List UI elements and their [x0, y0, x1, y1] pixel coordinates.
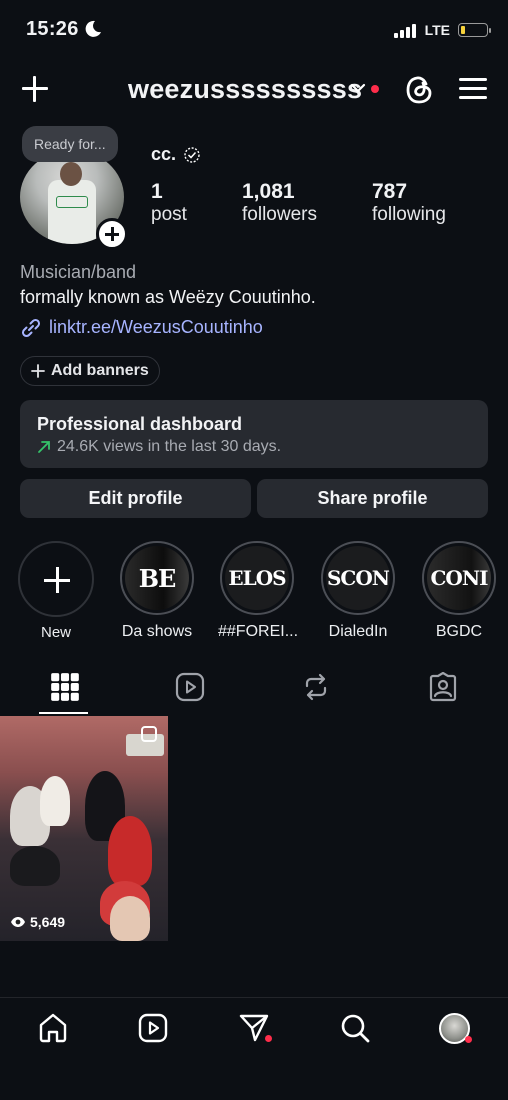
username-switcher[interactable]: weezussssssssss: [128, 74, 362, 105]
reels-icon[interactable]: [175, 672, 205, 702]
link-icon: [21, 318, 41, 338]
profile-bio: formally known as Weëzy Couutinho.: [20, 287, 316, 307]
stat-posts[interactable]: 1 post: [151, 180, 187, 226]
display-name: cc.: [151, 144, 177, 164]
highlight-label: New: [40, 624, 71, 641]
stat-label: followers: [242, 204, 317, 225]
edit-profile-button[interactable]: Edit profile: [20, 479, 251, 518]
profile-link[interactable]: linktr.ee/WeezusCouutinho: [49, 317, 263, 338]
highlight-cover: BE: [125, 546, 189, 610]
highlight-label: Da shows: [121, 623, 193, 640]
battery-icon: [458, 23, 491, 37]
network-type: LTE: [424, 22, 450, 38]
stat-value: 1: [151, 180, 163, 203]
highlight-item[interactable]: BE Da shows: [118, 541, 196, 641]
active-tab-indicator: [39, 712, 88, 714]
stat-value: 787: [372, 180, 408, 203]
add-banners-label: Add banners: [51, 362, 149, 379]
highlight-item[interactable]: ELOS ##FOREI...: [218, 541, 299, 641]
post-thumbnail[interactable]: [0, 716, 168, 941]
views-count: 5,649: [30, 914, 66, 930]
highlight-label: DialedIn: [328, 623, 388, 640]
highlight-new[interactable]: New: [17, 541, 95, 641]
status-time: 15:26: [26, 18, 79, 40]
search-icon[interactable]: [340, 1012, 370, 1044]
notification-dot: [371, 85, 379, 93]
stat-followers[interactable]: 1,081 followers: [242, 180, 317, 226]
highlight-label: BGDC: [435, 623, 483, 640]
trend-up-icon: [38, 441, 50, 453]
verify-badge-icon[interactable]: [183, 146, 201, 164]
nav-divider: [0, 997, 508, 998]
notification-dot: [265, 1035, 272, 1042]
stat-following[interactable]: 787 following: [372, 180, 446, 226]
add-banners-button[interactable]: Add banners: [20, 356, 160, 386]
create-button[interactable]: [20, 74, 50, 104]
plus-icon: [18, 541, 94, 617]
highlight-item[interactable]: CONI BGDC: [420, 541, 498, 641]
carousel-icon: [141, 726, 157, 742]
threads-icon[interactable]: [404, 74, 434, 106]
profile-category: Musician/band: [20, 262, 137, 282]
notification-dot: [465, 1036, 472, 1043]
home-icon[interactable]: [38, 1012, 68, 1044]
highlight-cover: CONI: [427, 546, 491, 610]
chevron-down-icon[interactable]: [350, 82, 366, 94]
stat-value: 1,081: [242, 180, 295, 203]
eye-icon: [11, 917, 25, 927]
reels-icon[interactable]: [138, 1012, 168, 1044]
story-note-bubble[interactable]: Ready for...: [22, 126, 118, 162]
highlight-cover: SCON: [326, 546, 390, 610]
professional-dashboard[interactable]: Professional dashboard 24.6K views in th…: [20, 400, 488, 468]
add-story-button[interactable]: [96, 218, 128, 250]
highlight-label: ##FOREI...: [218, 623, 299, 640]
grid-icon[interactable]: [50, 672, 80, 702]
tagged-icon[interactable]: [428, 672, 458, 702]
stat-label: following: [372, 204, 446, 225]
share-profile-button[interactable]: Share profile: [257, 479, 488, 518]
highlight-cover: ELOS: [225, 546, 289, 610]
highlight-item[interactable]: SCON DialedIn: [319, 541, 397, 641]
reposts-icon[interactable]: [301, 672, 331, 702]
plus-icon: [31, 364, 45, 378]
post-views: 5,649: [10, 914, 65, 930]
menu-icon[interactable]: [459, 78, 487, 105]
moon-icon: [85, 20, 101, 37]
stat-label: post: [151, 204, 187, 225]
signal-icon: [394, 24, 416, 38]
dashboard-title: Professional dashboard: [37, 414, 243, 434]
dashboard-subtitle: 24.6K views in the last 30 days.: [57, 438, 282, 455]
